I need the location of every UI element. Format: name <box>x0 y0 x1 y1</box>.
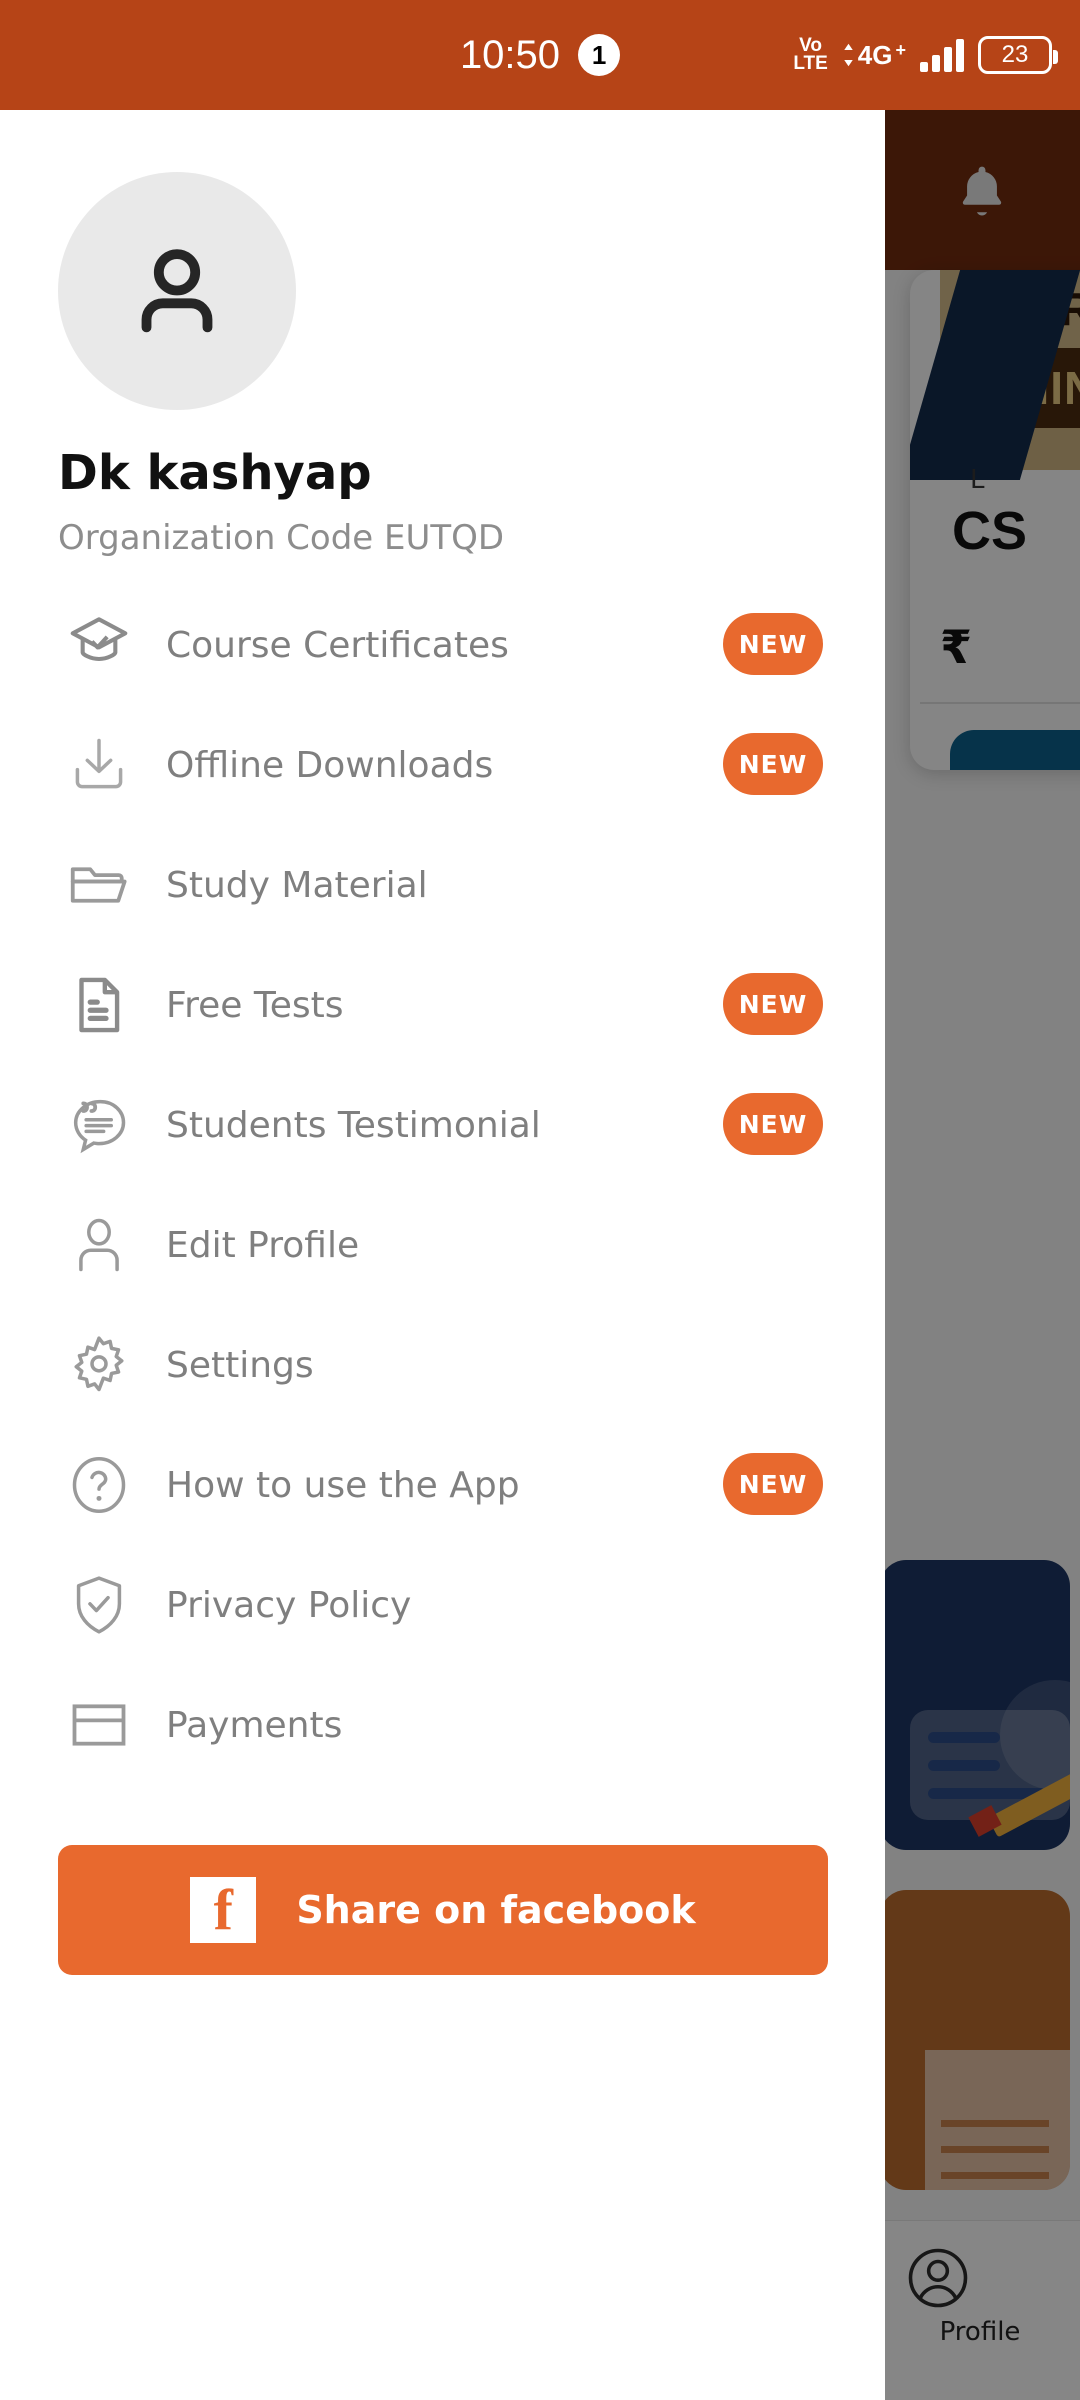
menu-item-course-certificates[interactable]: Course Certificates NEW <box>0 585 885 705</box>
battery-level-label: 23 <box>1001 41 1029 68</box>
menu-item-how-to-use-the-app[interactable]: How to use the App NEW <box>0 1425 885 1545</box>
menu-item-settings[interactable]: Settings <box>0 1305 885 1425</box>
download-icon <box>58 724 140 806</box>
menu-item-students-testimonial[interactable]: Students Testimonial NEW <box>0 1065 885 1185</box>
graduation-cap-icon <box>58 604 140 686</box>
navigation-drawer: Dk kashyap Organization Code EUTQD Cours… <box>0 110 885 2400</box>
menu-item-label: Privacy Policy <box>166 1584 412 1626</box>
volte-line-2: LTE <box>793 53 828 74</box>
share-on-facebook-button[interactable]: f Share on facebook <box>58 1845 828 1975</box>
new-badge: NEW <box>723 613 823 675</box>
new-badge: NEW <box>723 733 823 795</box>
menu-item-label: How to use the App <box>166 1464 520 1506</box>
avatar[interactable] <box>58 172 296 410</box>
menu-item-label: Settings <box>166 1344 314 1386</box>
network-indicator: 4G + <box>842 40 906 71</box>
notification-count-badge: 1 <box>578 34 621 76</box>
battery-icon: 23 <box>978 36 1058 74</box>
menu-item-edit-profile[interactable]: Edit Profile <box>0 1185 885 1305</box>
gear-icon <box>58 1324 140 1406</box>
drawer-menu: Course Certificates NEW Offline Download… <box>0 585 885 1785</box>
menu-item-label: Study Material <box>166 864 428 906</box>
folder-icon <box>58 844 140 926</box>
phone-screen: STAR TIMIN L CS ₹ <box>0 0 1080 2400</box>
menu-item-study-material[interactable]: Study Material <box>0 825 885 945</box>
user-name: Dk kashyap <box>58 445 372 501</box>
facebook-glyph: f <box>213 1877 233 1943</box>
new-badge: NEW <box>723 1093 823 1155</box>
menu-item-privacy-policy[interactable]: Privacy Policy <box>0 1545 885 1665</box>
organization-code: Organization Code EUTQD <box>58 518 505 558</box>
menu-item-label: Students Testimonial <box>166 1104 541 1146</box>
question-circle-icon <box>58 1444 140 1526</box>
status-bar-indicators: Vo LTE 4G + 23 <box>793 36 1058 74</box>
volte-icon: Vo LTE <box>793 36 828 74</box>
quote-bubble-icon <box>58 1084 140 1166</box>
share-button-label: Share on facebook <box>296 1888 696 1932</box>
signal-bars-icon <box>920 38 964 72</box>
menu-item-payments[interactable]: Payments <box>0 1665 885 1785</box>
menu-item-offline-downloads[interactable]: Offline Downloads NEW <box>0 705 885 825</box>
status-bar-center: 10:50 1 <box>459 32 621 78</box>
shield-check-icon <box>58 1564 140 1646</box>
network-type-label: 4G <box>857 39 893 70</box>
menu-item-label: Offline Downloads <box>166 744 494 786</box>
person-outline-icon <box>58 1204 140 1286</box>
network-plus-label: + <box>895 39 906 60</box>
menu-item-label: Edit Profile <box>166 1224 360 1266</box>
facebook-icon: f <box>190 1877 257 1943</box>
menu-item-label: Payments <box>166 1704 343 1746</box>
status-bar: 10:50 1 Vo LTE 4G + 23 <box>0 0 1080 110</box>
new-badge: NEW <box>723 1453 823 1515</box>
new-badge: NEW <box>723 973 823 1035</box>
menu-item-free-tests[interactable]: Free Tests NEW <box>0 945 885 1065</box>
menu-item-label: Free Tests <box>166 984 344 1026</box>
document-icon <box>58 964 140 1046</box>
menu-item-label: Course Certificates <box>166 624 509 666</box>
credit-card-icon <box>58 1684 140 1766</box>
clock: 10:50 <box>459 32 561 77</box>
data-arrows-icon <box>844 43 853 67</box>
